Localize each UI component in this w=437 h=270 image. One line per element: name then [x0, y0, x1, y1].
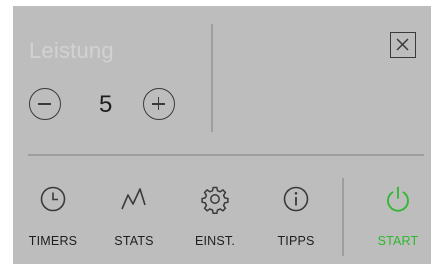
- nav-item-settings[interactable]: EINST.: [183, 184, 247, 254]
- nav-label-tips: TIPPS: [277, 234, 315, 248]
- nav-item-timers[interactable]: TIMERS: [21, 184, 85, 254]
- minus-icon: [38, 103, 51, 105]
- divider-vertical-top: [211, 24, 213, 132]
- info-icon: [283, 186, 309, 212]
- close-button[interactable]: [390, 32, 416, 58]
- nav-label-stats: STATS: [114, 234, 154, 248]
- power-label: Leistung: [29, 38, 114, 63]
- start-button[interactable]: START: [366, 184, 430, 254]
- nav-item-stats[interactable]: STATS: [102, 184, 166, 254]
- nav-label-settings: EINST.: [194, 234, 236, 248]
- divider-horizontal: [28, 154, 424, 156]
- nav-item-tips[interactable]: TIPPS: [264, 184, 328, 254]
- clock-icon: [40, 186, 66, 212]
- start-label: START: [377, 234, 419, 248]
- gear-icon: [201, 186, 229, 214]
- power-icon: [387, 186, 409, 212]
- close-icon: [396, 38, 409, 51]
- increase-button[interactable]: [143, 88, 175, 120]
- nav-label-timers: TIMERS: [28, 234, 78, 248]
- decrease-button[interactable]: [29, 88, 61, 120]
- chart-line-icon: [121, 188, 146, 210]
- power-level-value: 5: [99, 91, 113, 118]
- divider-vertical-bottom: [342, 178, 344, 256]
- control-panel: Leistung 5 TIMERS STATS EINST. TIPPS STA…: [13, 6, 431, 264]
